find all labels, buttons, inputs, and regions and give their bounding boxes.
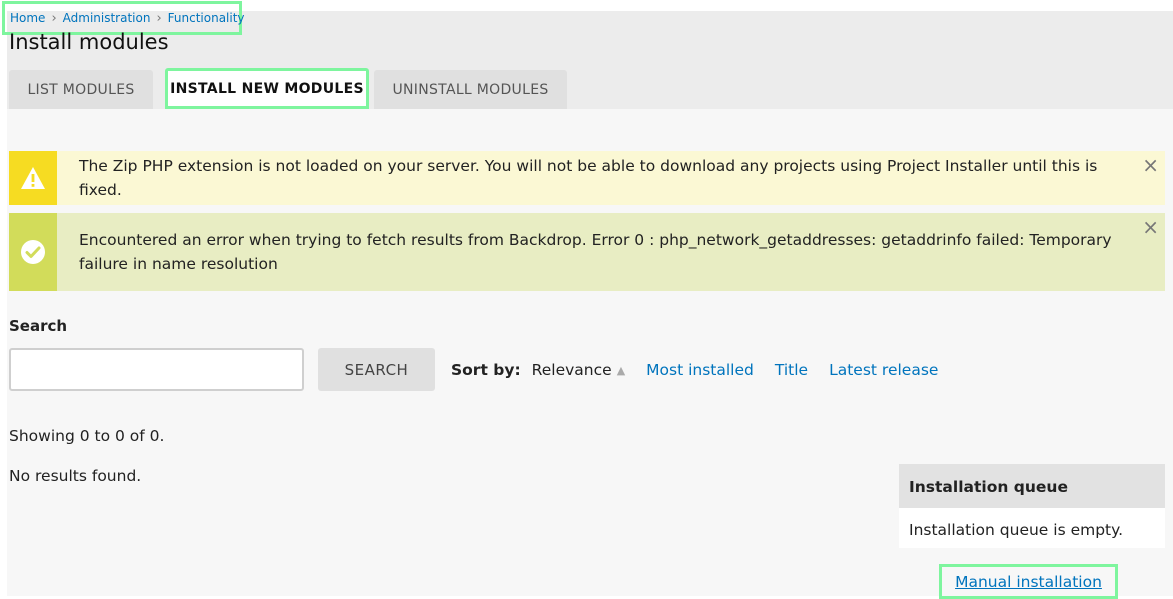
sort-relevance: Relevance [531,361,612,379]
breadcrumb-functionality[interactable]: Functionality [168,11,245,25]
breadcrumb-home[interactable]: Home [10,11,45,25]
chevron-right-icon: › [156,10,162,26]
installation-queue-empty: Installation queue is empty. [899,508,1165,548]
tab-list-modules[interactable]: LIST MODULES [9,70,153,109]
sort-most-installed[interactable]: Most installed [646,361,754,379]
manual-installation-link[interactable]: Manual installation [939,564,1118,599]
chevron-right-icon: › [51,10,57,26]
check-circle-icon [9,213,57,291]
close-icon[interactable]: × [1142,153,1159,177]
close-icon[interactable]: × [1142,215,1159,239]
sort-label: Sort by: [451,361,521,379]
search-button[interactable]: SEARCH [318,348,435,391]
no-results-text: No results found. [9,467,142,485]
tab-uninstall-modules[interactable]: UNINSTALL MODULES [374,70,567,109]
results-count: Showing 0 to 0 of 0. [9,427,165,445]
tab-install-new-modules[interactable]: INSTALL NEW MODULES [165,68,369,109]
warning-message: The Zip PHP extension is not loaded on y… [9,151,1165,205]
sort-title[interactable]: Title [775,361,808,379]
page-title: Install modules [9,30,169,54]
breadcrumb-administration[interactable]: Administration [63,11,151,25]
sort-bar: Sort by: Relevance ▲ Most installed Titl… [451,361,959,379]
warning-text: The Zip PHP extension is not loaded on y… [79,157,1098,199]
warning-icon [9,151,57,205]
search-label: Search [9,317,68,335]
sort-asc-icon: ▲ [616,363,626,377]
search-input[interactable] [9,348,304,391]
installation-queue-title: Installation queue [899,464,1165,508]
sort-latest-release[interactable]: Latest release [829,361,938,379]
status-message: Encountered an error when trying to fetc… [9,213,1165,291]
status-text: Encountered an error when trying to fetc… [79,231,1112,273]
